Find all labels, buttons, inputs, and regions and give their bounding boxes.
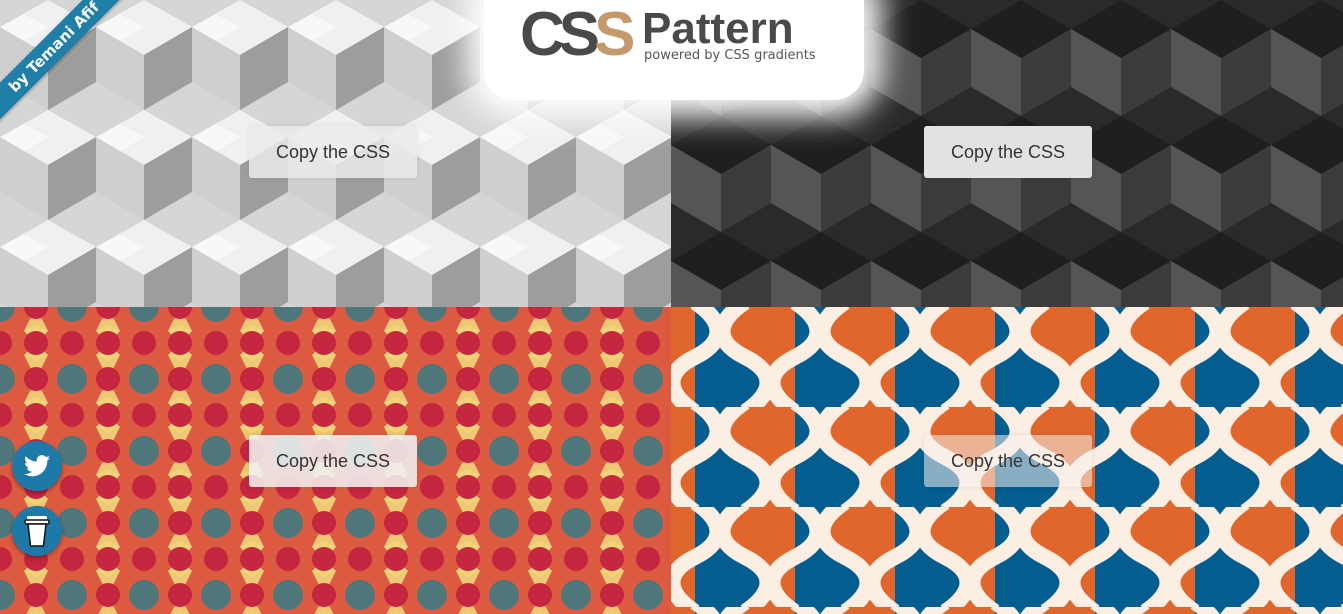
author-ribbon[interactable]: by Temani Afif <box>0 0 130 130</box>
coffee-cup-icon <box>24 516 50 547</box>
twitter-share-button[interactable] <box>12 441 62 491</box>
logo-title: Pattern <box>642 4 794 53</box>
author-ribbon-label[interactable]: by Temani Afif <box>0 0 130 130</box>
logo-tagline: powered by CSS gradients <box>644 48 816 63</box>
copy-css-button[interactable]: Copy the CSS <box>249 126 417 178</box>
site-logo[interactable]: CSS Pattern powered by CSS gradients <box>484 0 864 100</box>
copy-css-button[interactable]: Copy the CSS <box>924 126 1092 178</box>
logo-css-mark: CSS <box>520 0 636 69</box>
pattern-tile-waves: Copy the CSS <box>671 307 1343 614</box>
buy-coffee-button[interactable] <box>12 506 62 556</box>
pattern-tile-dots: Copy the CSS <box>0 307 671 614</box>
copy-css-button[interactable]: Copy the CSS <box>924 435 1092 487</box>
twitter-icon <box>24 455 50 477</box>
copy-css-button[interactable]: Copy the CSS <box>249 435 417 487</box>
